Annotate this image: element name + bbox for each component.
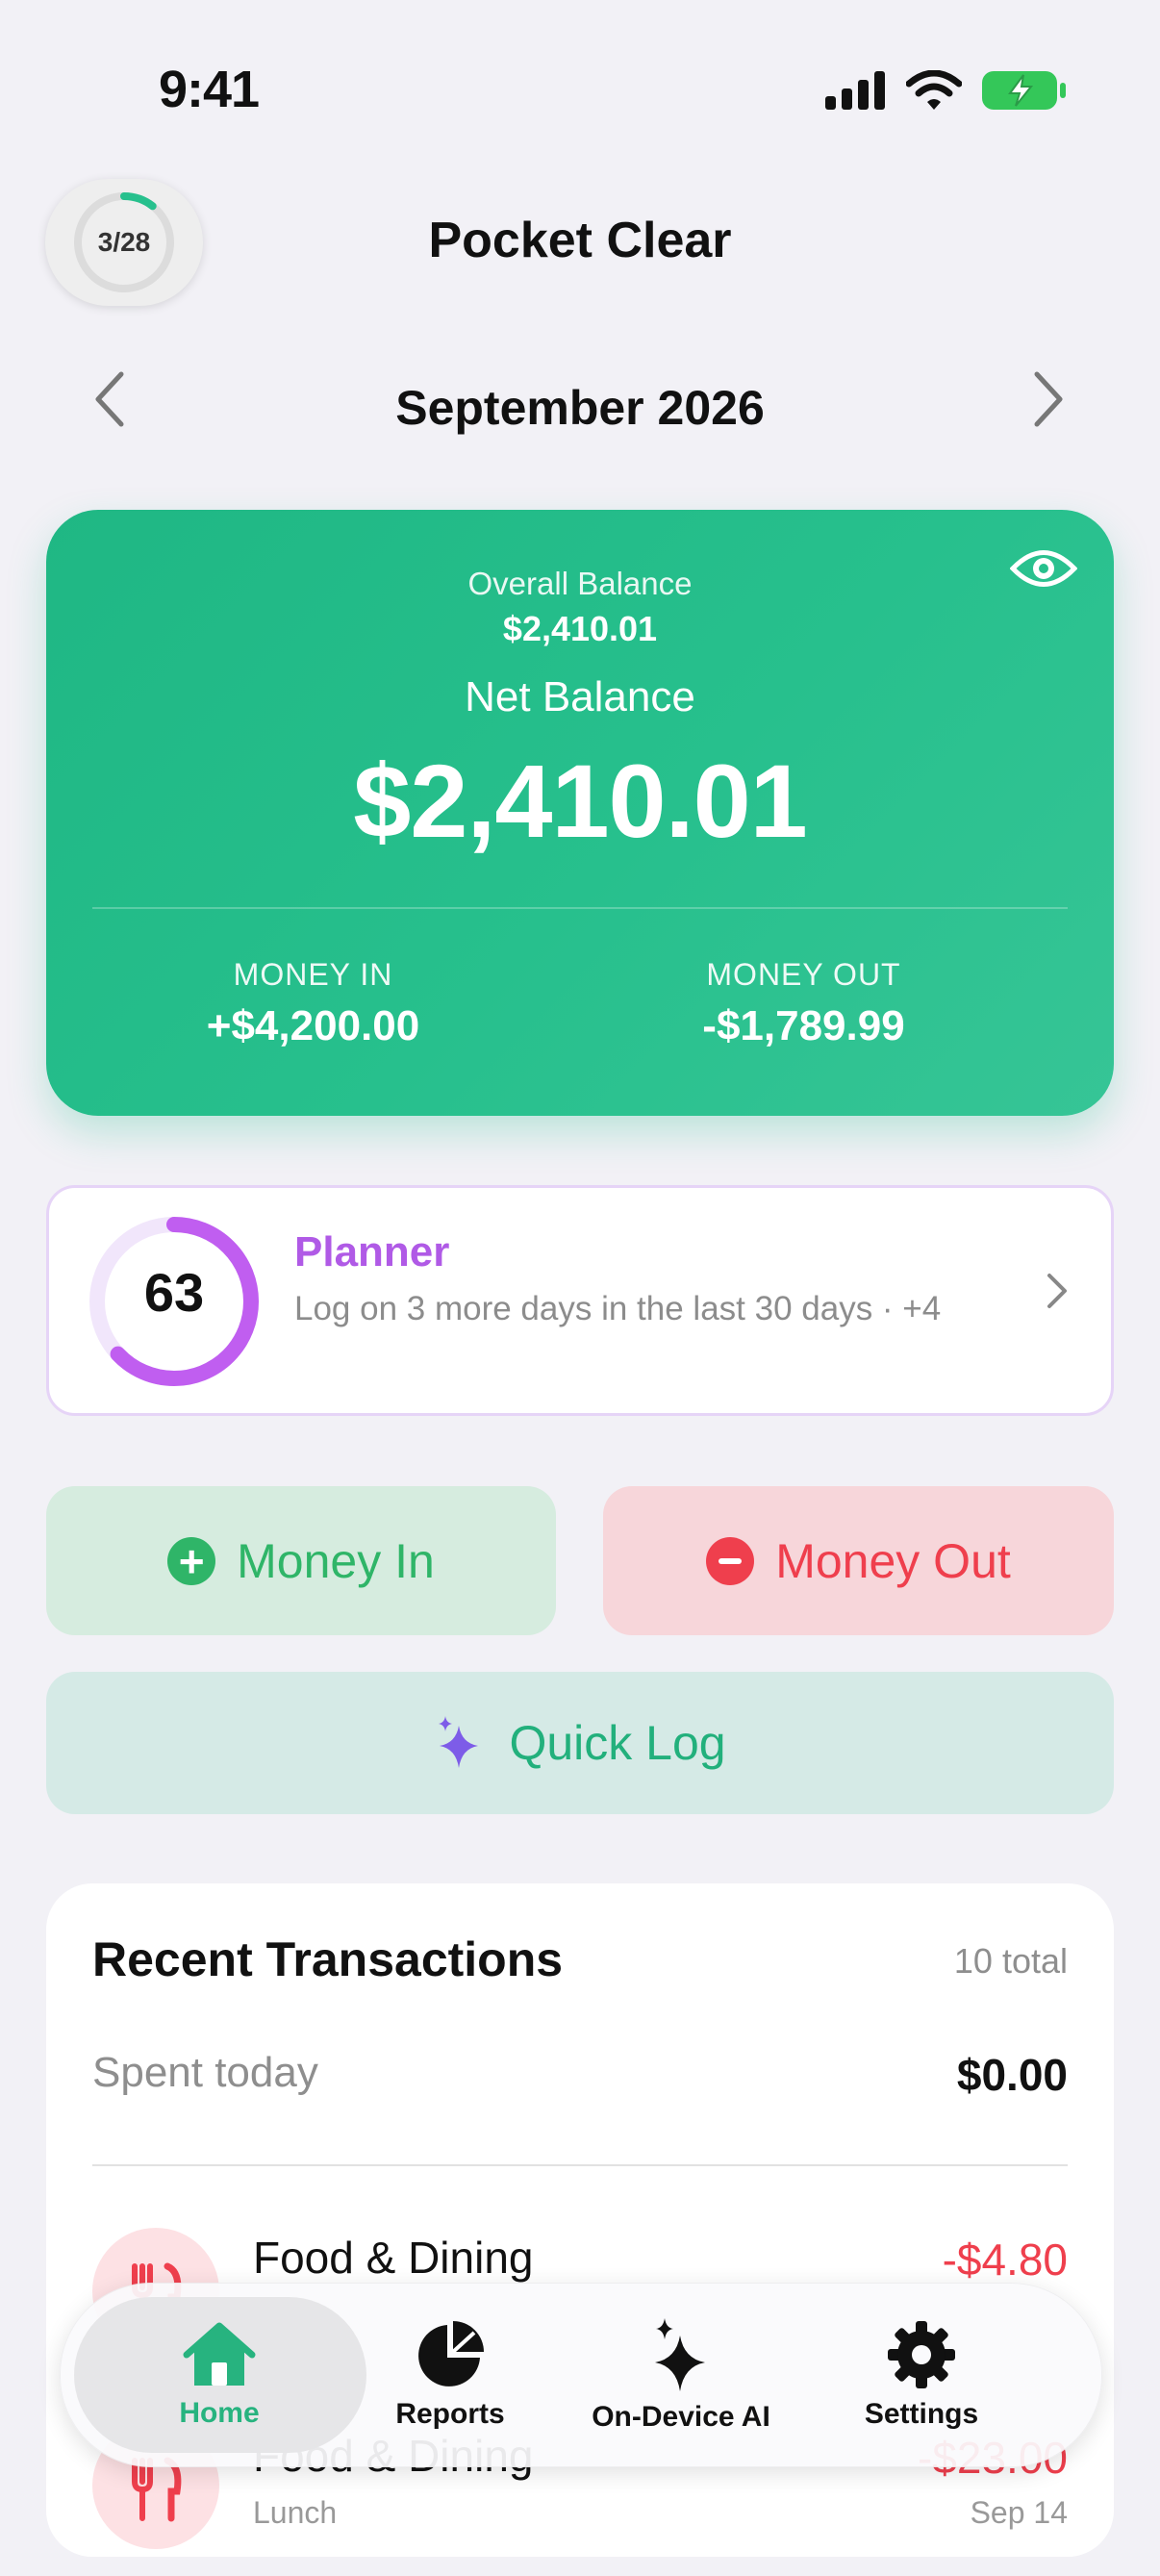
tab-on-device-ai[interactable]: On-Device AI — [551, 2284, 811, 2466]
money-out-value: -$1,789.99 — [702, 1002, 905, 1049]
quick-log-button-label: Quick Log — [509, 1716, 726, 1770]
wifi-icon — [906, 70, 962, 110]
sparkles-icon — [439, 1716, 479, 1768]
transactions-divider — [92, 2164, 1068, 2166]
house-icon — [183, 2322, 256, 2386]
net-balance-value: $2,410.01 — [353, 743, 807, 859]
money-out-button-label: Money Out — [775, 1533, 1011, 1588]
app-title: Pocket Clear — [428, 213, 732, 268]
card-divider — [92, 907, 1068, 909]
tab-reports-label: Reports — [395, 2398, 505, 2430]
recent-transactions-title: Recent Transactions — [92, 1932, 564, 1986]
minus-circle-icon — [706, 1536, 755, 1585]
chevron-right-icon — [1046, 1265, 1069, 1323]
tab-on-device-ai-label: On-Device AI — [592, 2401, 770, 2433]
gear-icon — [888, 2321, 955, 2388]
planner-description: Log on 3 more days in the last 30 days ·… — [294, 1290, 942, 1327]
money-in-button-label: Money In — [237, 1533, 435, 1588]
spent-today-value: $0.00 — [956, 2050, 1068, 2100]
overall-balance-value: $2,410.01 — [502, 609, 658, 648]
planner-title: Planner — [294, 1228, 450, 1275]
transaction-date: Sep 14 — [970, 2495, 1068, 2530]
pie-chart-icon — [418, 2321, 484, 2387]
planner-card[interactable]: 63 Planner Log on 3 more days in the las… — [46, 1185, 1114, 1416]
month-label: September 2026 — [395, 381, 765, 435]
money-in-value: +$4,200.00 — [206, 1002, 420, 1049]
tab-bar: Home Reports On-Device AI Settings — [60, 2283, 1102, 2467]
quick-log-button[interactable]: Quick Log — [46, 1672, 1114, 1814]
status-icons — [825, 69, 1068, 112]
spent-today-label: Spent today — [92, 2049, 318, 2096]
tab-settings[interactable]: Settings — [792, 2284, 1051, 2466]
money-in-label: MONEY IN — [233, 957, 393, 992]
net-balance-label: Net Balance — [465, 673, 695, 720]
tab-home[interactable]: Home — [89, 2284, 349, 2466]
tab-reports[interactable]: Reports — [320, 2284, 580, 2466]
planner-score: 63 — [143, 1262, 205, 1323]
money-out-button[interactable]: Money Out — [603, 1486, 1114, 1635]
plus-circle-icon: + — [167, 1536, 216, 1585]
sparkles-icon — [655, 2318, 705, 2391]
transactions-total: 10 total — [953, 1941, 1068, 1981]
cellular-signal-icon — [825, 71, 885, 110]
battery-charging-icon — [982, 71, 1066, 110]
transaction-note: Lunch — [253, 2495, 338, 2530]
transaction-amount: -$4.80 — [942, 2235, 1068, 2285]
money-in-button[interactable]: + Money In — [46, 1486, 556, 1635]
money-out-label: MONEY OUT — [706, 957, 901, 992]
transaction-category: Food & Dining — [253, 2233, 534, 2283]
balance-card: Overall Balance $2,410.01 Net Balance $2… — [46, 510, 1114, 1116]
chevron-right-icon — [1034, 371, 1063, 427]
status-time: 9:41 — [159, 61, 260, 118]
overall-balance-label: Overall Balance — [467, 566, 693, 601]
next-month-button[interactable] — [1031, 370, 1066, 442]
tab-settings-label: Settings — [864, 2398, 979, 2430]
tab-home-label: Home — [179, 2397, 260, 2429]
